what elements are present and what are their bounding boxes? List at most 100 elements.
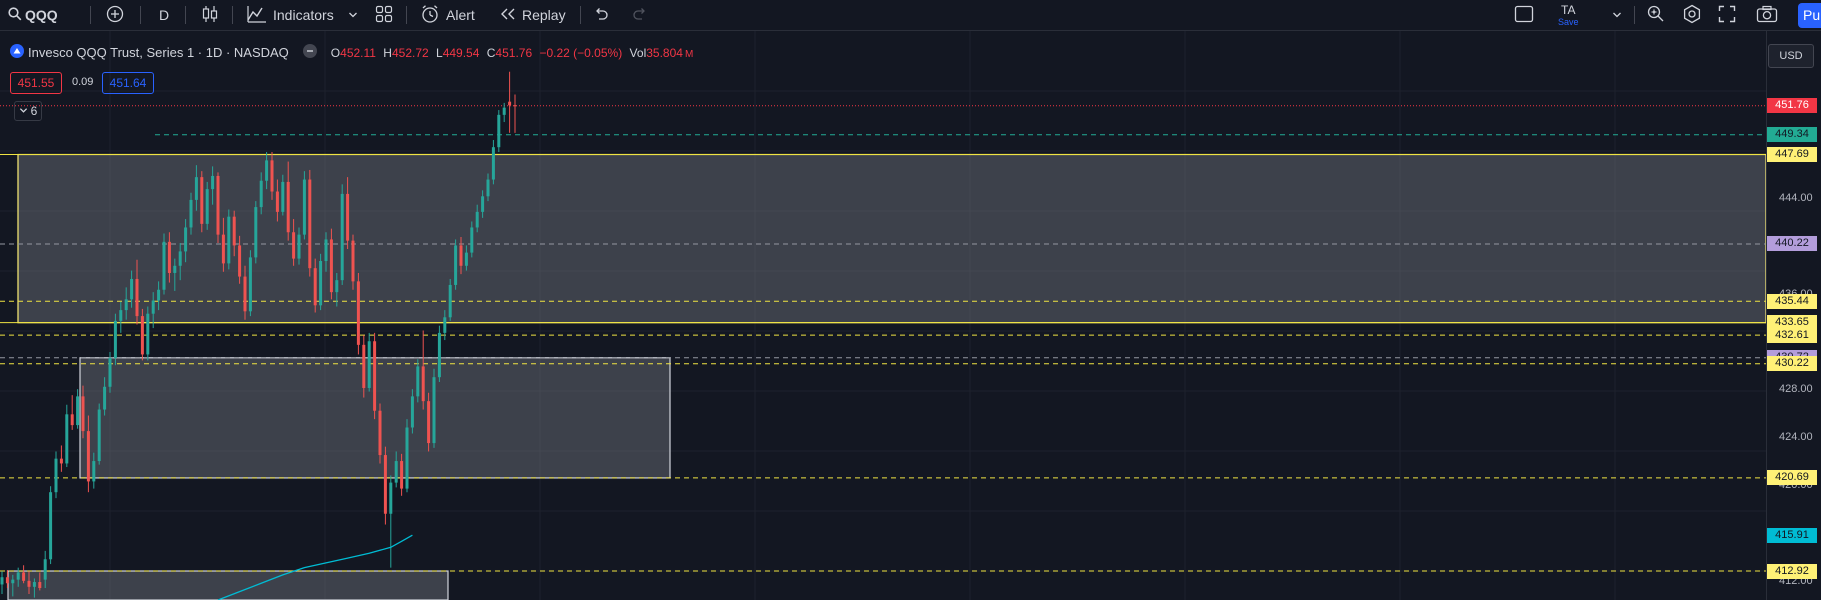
- price-axis-label: 440.22: [1767, 236, 1817, 252]
- candle-body: [454, 245, 458, 285]
- candle-body: [11, 579, 15, 584]
- price-chart[interactable]: [0, 31, 1766, 600]
- candle-body: [173, 265, 177, 273]
- high-label: H: [383, 45, 392, 60]
- candle-body: [238, 245, 242, 277]
- candle-body: [49, 492, 53, 560]
- candle-body: [221, 234, 225, 264]
- indicators-toggle[interactable]: 6: [14, 101, 42, 121]
- low-value: 449.54: [442, 45, 480, 60]
- symbol-search[interactable]: QQQ: [8, 0, 58, 30]
- candle-body: [319, 260, 323, 306]
- price-axis-label: 412.92: [1767, 563, 1817, 579]
- price-axis-label: 430.22: [1767, 356, 1817, 372]
- candle-body: [292, 232, 296, 259]
- candle-body: [502, 107, 506, 115]
- expand-icon: [1718, 5, 1736, 26]
- chart-legend: Invesco QQQ Trust, Series 1 · 1D · NASDA…: [10, 44, 693, 61]
- camera-icon: [1756, 5, 1778, 26]
- snapshot-button[interactable]: [1756, 0, 1778, 30]
- indicators-label: Indicators: [273, 7, 334, 23]
- candle-body: [211, 175, 215, 190]
- candle-body: [59, 458, 63, 464]
- replay-button[interactable]: Replay: [500, 0, 566, 30]
- chevron-down-icon: [19, 104, 28, 118]
- price-axis[interactable]: 456.00444.00436.00428.00424.00420.00412.…: [1766, 31, 1821, 600]
- chart-type-button[interactable]: [201, 0, 219, 30]
- candle-body: [97, 409, 101, 462]
- currency-button[interactable]: USD: [1768, 44, 1814, 68]
- candle-body: [486, 179, 490, 197]
- square-icon: [1514, 5, 1534, 26]
- layout-menu-dropdown[interactable]: [1612, 0, 1622, 30]
- layouts-button[interactable]: [375, 0, 393, 30]
- redo-icon: [632, 7, 648, 24]
- candle-body: [481, 196, 485, 212]
- candle-body: [427, 401, 431, 444]
- candle-body: [265, 160, 269, 181]
- chevron-down-icon: [1612, 7, 1622, 23]
- divider: [185, 6, 186, 24]
- candle-body: [38, 582, 42, 589]
- replay-label: Replay: [522, 7, 566, 23]
- layout-name: TA: [1561, 2, 1576, 17]
- candle-body: [302, 179, 306, 235]
- search-spark-icon: [1646, 4, 1666, 27]
- candle-body: [22, 572, 26, 581]
- redo-button[interactable]: [632, 0, 648, 30]
- candle-body: [124, 299, 128, 311]
- symbol-description[interactable]: Invesco QQQ Trust, Series 1 · 1D · NASDA…: [28, 45, 289, 60]
- compare-symbol-button[interactable]: [106, 0, 124, 30]
- candle-body: [383, 455, 387, 514]
- candle-body: [448, 284, 452, 318]
- candle-body: [497, 114, 501, 148]
- open-value: 452.11: [340, 45, 376, 60]
- candle-body: [405, 427, 409, 489]
- volume-unit: M: [684, 48, 694, 60]
- fullscreen-toggle-button[interactable]: [1514, 0, 1534, 30]
- layout-save-button[interactable]: TA Save: [1558, 0, 1579, 30]
- candle-body: [270, 160, 274, 192]
- change-value: −0.22 (−0.05%): [539, 45, 623, 60]
- zone-rectangle: [17, 153, 1766, 324]
- undo-button[interactable]: [593, 0, 609, 30]
- sell-price-button[interactable]: 451.55: [10, 72, 62, 94]
- candle-body: [400, 461, 404, 489]
- fullscreen-button[interactable]: [1718, 0, 1736, 30]
- candle-body: [394, 461, 398, 483]
- candle-body: [459, 245, 463, 266]
- indicators-button[interactable]: Indicators: [247, 0, 334, 30]
- candle-body: [416, 366, 420, 397]
- candle-body: [16, 572, 20, 580]
- chevron-down-icon: [348, 7, 358, 23]
- candle-body: [92, 461, 96, 482]
- interval-button[interactable]: D: [159, 0, 169, 30]
- price-axis-label: 432.61: [1767, 327, 1817, 343]
- low-label: L: [436, 45, 443, 60]
- candle-body: [205, 189, 209, 224]
- candle-body: [178, 251, 182, 266]
- candle-body: [275, 191, 279, 212]
- quick-search-button[interactable]: [1646, 0, 1666, 30]
- candle-body: [43, 559, 47, 580]
- candle-body: [410, 396, 414, 428]
- candle-body: [286, 181, 290, 233]
- price-axis-label: 447.69: [1767, 147, 1817, 162]
- alarm-clock-icon: [420, 4, 440, 27]
- candle-body: [373, 341, 377, 411]
- candle-body: [167, 241, 171, 273]
- settings-button[interactable]: [1682, 0, 1702, 30]
- interval-label: D: [159, 7, 170, 23]
- indicators-dropdown[interactable]: [348, 0, 358, 30]
- candle-body: [437, 332, 441, 378]
- minus-circle-icon[interactable]: [302, 44, 317, 61]
- chart-pane[interactable]: [0, 31, 1766, 600]
- spread-value: 0.09: [72, 76, 94, 88]
- alert-button[interactable]: Alert: [420, 0, 475, 30]
- grid-layout-icon: [375, 5, 393, 26]
- candle-body: [346, 193, 350, 241]
- candle-body: [157, 289, 161, 301]
- buy-price-button[interactable]: 451.64: [102, 72, 154, 94]
- price-axis-tick: 428.00: [1779, 383, 1813, 396]
- publish-button[interactable]: Pu: [1798, 3, 1821, 28]
